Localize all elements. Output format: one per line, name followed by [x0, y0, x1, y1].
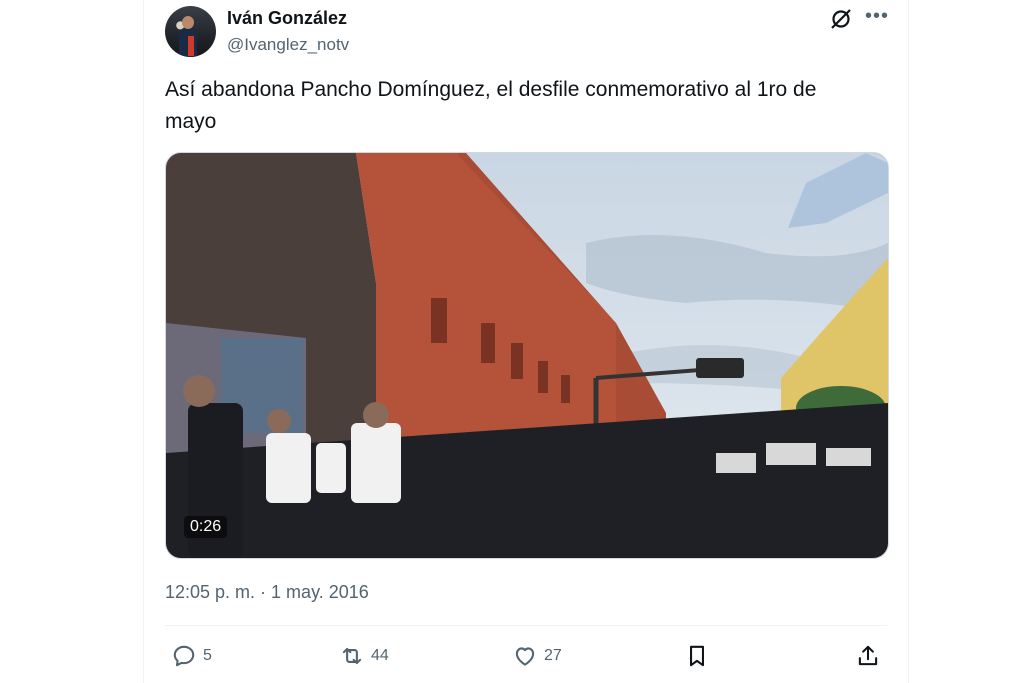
video-duration: 0:26 [184, 516, 228, 538]
right-column-border [908, 0, 909, 683]
like-button[interactable]: 27 [512, 643, 562, 669]
video-player[interactable]: 0:26 [165, 152, 889, 559]
video-frame [166, 153, 888, 558]
tweet: Iván González @Ivanglez_notv ••• Así aba… [143, 0, 908, 683]
share-icon [858, 645, 878, 666]
reply-count: 5 [203, 647, 212, 664]
tweet-text: Así abandona Pancho Domínguez, el desfil… [165, 78, 817, 133]
tweet-timestamp[interactable]: 12:05 p. m. · 1 may. 2016 [165, 582, 369, 603]
bookmark-button[interactable] [684, 643, 710, 669]
like-count: 27 [544, 647, 562, 664]
reply-icon [173, 645, 195, 667]
share-button[interactable] [855, 643, 881, 669]
heart-icon [515, 647, 535, 666]
reply-button[interactable]: 5 [171, 643, 212, 669]
action-divider [165, 625, 887, 626]
retweet-count: 44 [371, 647, 389, 664]
author-handle[interactable]: @Ivanglez_notv [227, 35, 349, 55]
retweet-icon [342, 647, 362, 665]
more-icon[interactable]: ••• [865, 5, 889, 28]
retweet-button[interactable]: 44 [339, 643, 389, 669]
grok-icon[interactable] [829, 7, 853, 31]
bookmark-icon [690, 645, 704, 667]
avatar[interactable] [165, 6, 216, 57]
author-display-name[interactable]: Iván González [227, 8, 347, 29]
